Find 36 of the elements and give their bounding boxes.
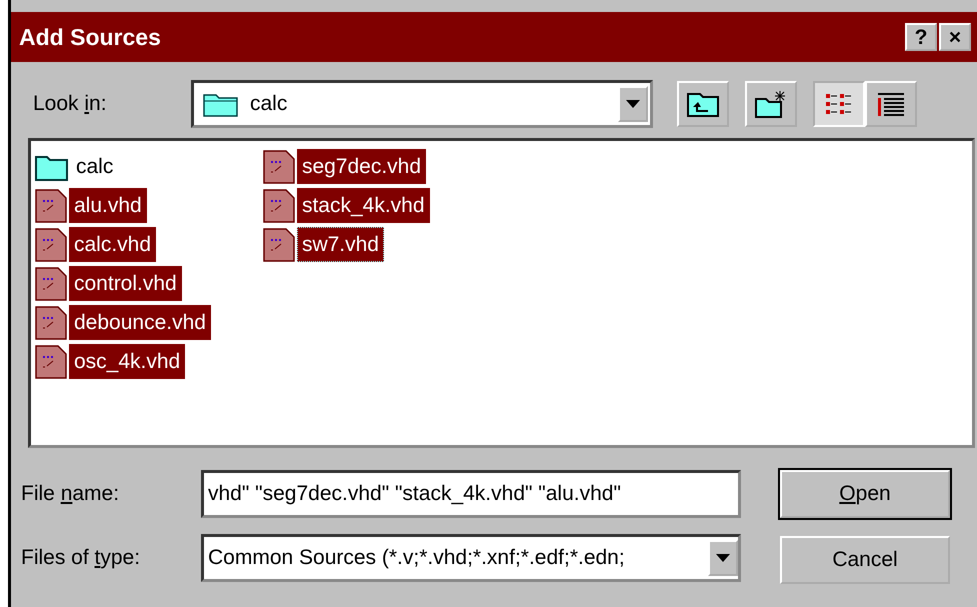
look-in-dropdown[interactable]: calc — [191, 80, 653, 128]
cancel-button[interactable]: Cancel — [780, 536, 950, 584]
file-icon — [262, 228, 295, 262]
details-view-icon — [876, 91, 906, 117]
file-icon — [262, 150, 295, 184]
file-item[interactable]: osc_4k.vhd — [69, 344, 186, 380]
file-item[interactable]: debounce.vhd — [69, 304, 211, 340]
file-icon — [35, 306, 67, 340]
help-button[interactable]: ? — [905, 23, 937, 51]
new-folder-button[interactable] — [745, 81, 797, 127]
file-item[interactable]: seg7dec.vhd — [296, 148, 426, 184]
file-icon — [35, 228, 67, 262]
file-item[interactable]: alu.vhd — [69, 188, 147, 224]
new-folder-icon — [754, 89, 788, 119]
file-icon — [35, 266, 67, 300]
file-item[interactable]: control.vhd — [69, 266, 182, 302]
details-view-button[interactable] — [865, 81, 917, 127]
file-icon — [35, 344, 67, 378]
file-item[interactable]: stack_4k.vhd — [296, 188, 430, 224]
folder-item[interactable]: calc — [71, 148, 118, 184]
look-in-label: Look in: — [32, 91, 108, 118]
file-icon — [35, 188, 67, 222]
file-name-label: File name: — [20, 481, 120, 508]
file-item[interactable]: calc.vhd — [69, 226, 156, 262]
window-title: Add Sources — [19, 22, 161, 52]
open-button[interactable]: Open — [780, 470, 950, 518]
file-type-dropdown[interactable]: Common Sources (*.v;*.vhd;*.xnf;*.edf;*.edn; — [201, 534, 741, 582]
list-view-icon — [824, 91, 854, 117]
up-folder-button[interactable] — [677, 81, 729, 127]
folder-up-arrow-icon — [686, 90, 720, 118]
file-type-label: Files of type: — [20, 545, 142, 572]
close-button[interactable]: × — [939, 23, 971, 51]
file-item[interactable]: sw7.vhd — [296, 226, 384, 262]
file-name-field[interactable]: vhd" "seg7dec.vhd" "stack_4k.vhd" "alu.vhd" — [201, 470, 741, 518]
file-icon — [262, 188, 295, 222]
list-view-button[interactable] — [813, 81, 865, 127]
